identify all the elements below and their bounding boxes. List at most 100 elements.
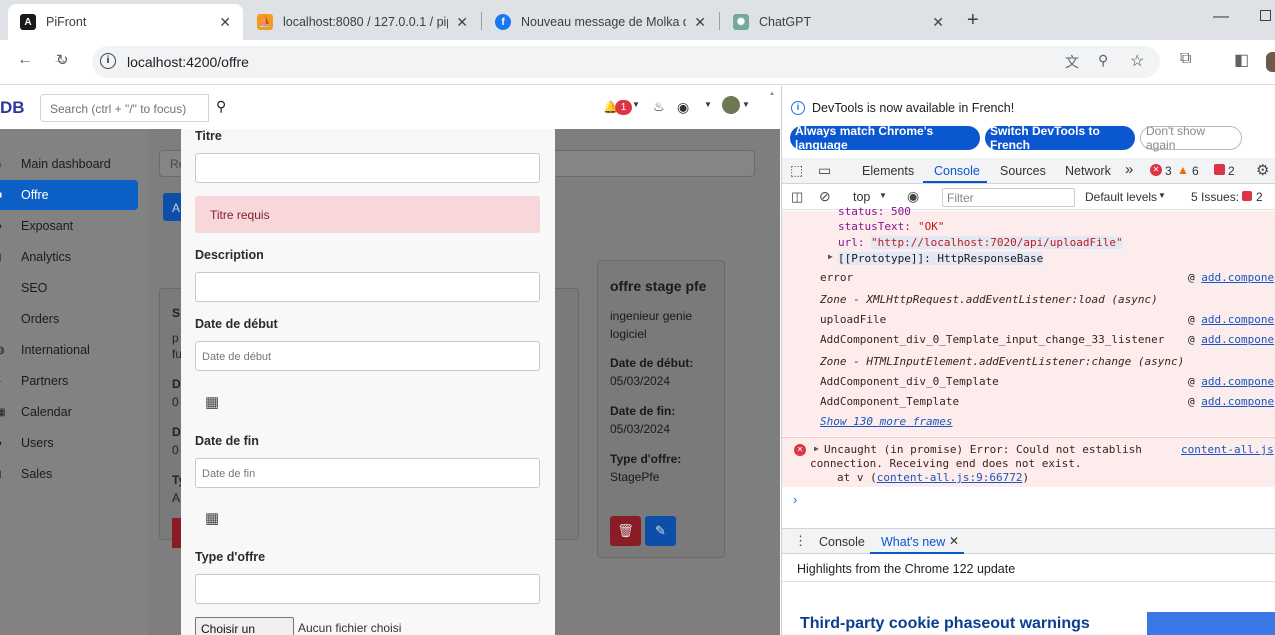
stack-frame-link[interactable]: add.compone	[1201, 271, 1274, 284]
more-tabs-icon[interactable]: »	[1125, 161, 1133, 178]
search-input[interactable]: Search (ctrl + "/" to focus)	[40, 94, 209, 122]
new-tab-button[interactable]: +	[967, 9, 979, 32]
description-input[interactable]	[195, 272, 540, 302]
calendar-icon[interactable]: ▦	[205, 509, 219, 527]
error-count[interactable]: 3	[1165, 164, 1172, 178]
address-bar[interactable]: i localhost:4200/offre 文 ⚲ ☆	[92, 46, 1160, 78]
info-icon[interactable]: i	[100, 53, 116, 69]
close-icon[interactable]: ✕	[949, 534, 959, 548]
sidebar-item-main-dashboard[interactable]: ⌂ Main dashboard	[0, 149, 138, 179]
show-more-frames-link[interactable]: Show 130 more frames	[820, 415, 952, 428]
stack-frame-source[interactable]: @ add.compone	[1188, 375, 1274, 388]
minimize-button[interactable]: —	[1213, 8, 1229, 26]
tab-sources[interactable]: Sources	[1000, 164, 1046, 178]
stack-frame-link[interactable]: add.compone	[1201, 375, 1274, 388]
dont-show-again-button[interactable]: Don't show again	[1140, 124, 1242, 152]
tab-pifront[interactable]: A PiFront ✕	[8, 4, 243, 40]
gear-icon[interactable]: ⚙	[1256, 161, 1269, 179]
drawer-tab-console[interactable]: Console	[819, 535, 865, 549]
tab-network[interactable]: Network	[1065, 164, 1111, 178]
profile-avatar[interactable]	[1266, 52, 1275, 72]
extensions-icon[interactable]: ⧉	[1180, 50, 1191, 68]
context-select[interactable]: top	[853, 190, 870, 204]
eye-icon[interactable]: ◉	[907, 188, 919, 205]
stack-frame-source[interactable]: @ add.compone	[1188, 271, 1274, 284]
inspect-icon[interactable]: ⬚	[790, 162, 803, 179]
sidebar-item-users[interactable]: ● Users	[0, 428, 138, 458]
match-language-button[interactable]: Always match Chrome's language	[790, 124, 980, 152]
stack-frame-source[interactable]: @ add.compone	[1188, 395, 1274, 408]
tab-elements[interactable]: Elements	[862, 164, 914, 178]
file-choose-button[interactable]: Choisir un fichier	[195, 617, 294, 635]
bookmark-star-icon[interactable]: ☆	[1130, 51, 1144, 71]
log-prototype[interactable]: [[Prototype]]: HttpResponseBase	[838, 252, 1044, 265]
sidebar-item-exposant[interactable]: ● Exposant	[0, 211, 138, 241]
stack-frame-link[interactable]: add.compone	[1201, 395, 1274, 408]
search-icon[interactable]: ⚲	[216, 98, 226, 115]
sidebar-item-seo[interactable]: ◦SEO	[0, 273, 138, 303]
edit-button[interactable]: ✎	[645, 516, 676, 546]
sidebar-item-calendar[interactable]: ▦ Calendar	[0, 397, 138, 427]
issues-badge[interactable]: 2	[1228, 164, 1235, 178]
sidebar-item-analytics[interactable]: ▮ Analytics	[0, 242, 138, 272]
chevron-down-icon[interactable]: ▼	[1158, 191, 1166, 200]
stack-frame-link[interactable]: add.compone	[1201, 313, 1274, 326]
device-toolbar-icon[interactable]: ▭	[818, 162, 831, 179]
news-title-link[interactable]: Third-party cookie phaseout warnings	[800, 615, 1090, 633]
levels-select[interactable]: Default levels	[1085, 190, 1157, 204]
sidebar-item-orders[interactable]: ▪Orders	[0, 304, 138, 334]
github-icon[interactable]: ◉	[677, 99, 689, 116]
issues-label[interactable]: 5 Issues:	[1191, 190, 1239, 204]
sidebar-item-international[interactable]: ◍ International	[0, 335, 138, 365]
scrollbar-up-arrow[interactable]: ▲	[769, 91, 775, 97]
reload-icon[interactable]: ↻	[56, 51, 69, 69]
switch-french-button[interactable]: Switch DevTools to French	[985, 124, 1135, 152]
log-url-value[interactable]: "http://localhost:7020/api/uploadFile"	[871, 236, 1123, 249]
delete-button[interactable]: 🗑	[610, 516, 641, 546]
sidebar-item-partners[interactable]: ▸ Partners	[0, 366, 138, 396]
close-icon[interactable]: ✕	[932, 14, 944, 31]
maximize-button[interactable]	[1260, 10, 1271, 21]
warning-count[interactable]: 6	[1192, 164, 1199, 178]
drawer-menu-icon[interactable]: ⋮	[794, 533, 807, 549]
titre-input[interactable]	[195, 153, 540, 183]
end-date-input[interactable]: Date de fin	[195, 458, 540, 488]
sidebar-item-sales[interactable]: ▮ Sales	[0, 459, 138, 489]
paint-bucket-icon[interactable]: ♨	[653, 99, 665, 115]
url-text[interactable]: localhost:4200/offre	[127, 54, 249, 70]
chevron-down-icon[interactable]: ▼	[742, 100, 750, 109]
side-panel-icon[interactable]: ◧	[1234, 50, 1249, 70]
close-icon[interactable]: ✕	[219, 14, 231, 31]
news-thumbnail[interactable]	[1147, 612, 1275, 635]
sidebar-item-offre[interactable]: ■ Offre	[0, 180, 138, 210]
uncaught-file-link[interactable]: content-all.js	[1181, 443, 1274, 456]
stack-frame-source[interactable]: @ add.compone	[1188, 313, 1274, 326]
calendar-icon[interactable]: ▦	[205, 393, 219, 411]
avatar[interactable]	[722, 96, 740, 114]
back-icon[interactable]: ←	[17, 51, 33, 69]
expand-triangle-icon[interactable]: ▶	[814, 444, 819, 453]
console-prompt-icon[interactable]: ›	[793, 492, 797, 507]
chevron-down-icon[interactable]: ▼	[704, 100, 712, 109]
zoom-icon[interactable]: ⚲	[1098, 52, 1108, 69]
stack-frame-source[interactable]: @ add.compone	[1188, 333, 1274, 346]
tab-chatgpt[interactable]: ✺ ChatGPT ✕	[721, 4, 956, 40]
issues-count[interactable]: 2	[1256, 190, 1263, 204]
start-date-input[interactable]: Date de début	[195, 341, 540, 371]
tab-facebook[interactable]: f Nouveau message de Molka da ✕	[483, 4, 718, 40]
close-icon[interactable]: ✕	[694, 14, 706, 31]
stack-frame-link[interactable]: add.compone	[1201, 333, 1274, 346]
chevron-down-icon[interactable]: ▼	[632, 100, 640, 109]
brand-logo[interactable]: DB	[0, 98, 25, 118]
filter-input[interactable]: Filter	[942, 188, 1075, 207]
expand-triangle-icon[interactable]: ▶	[828, 252, 833, 261]
type-input[interactable]	[195, 574, 540, 604]
clear-console-icon[interactable]: ⊘	[819, 188, 831, 205]
drawer-tab-whats-new[interactable]: What's new	[881, 535, 945, 549]
add-offre-button[interactable]: A	[163, 193, 183, 221]
translate-icon[interactable]: 文	[1065, 52, 1079, 72]
uncaught-source-link[interactable]: content-all.js:9:66772	[877, 471, 1023, 484]
close-icon[interactable]: ✕	[456, 14, 468, 31]
tab-phpmyadmin[interactable]: ⛵ localhost:8080 / 127.0.0.1 / pipe ✕	[245, 4, 480, 40]
tab-console[interactable]: Console	[934, 164, 980, 178]
